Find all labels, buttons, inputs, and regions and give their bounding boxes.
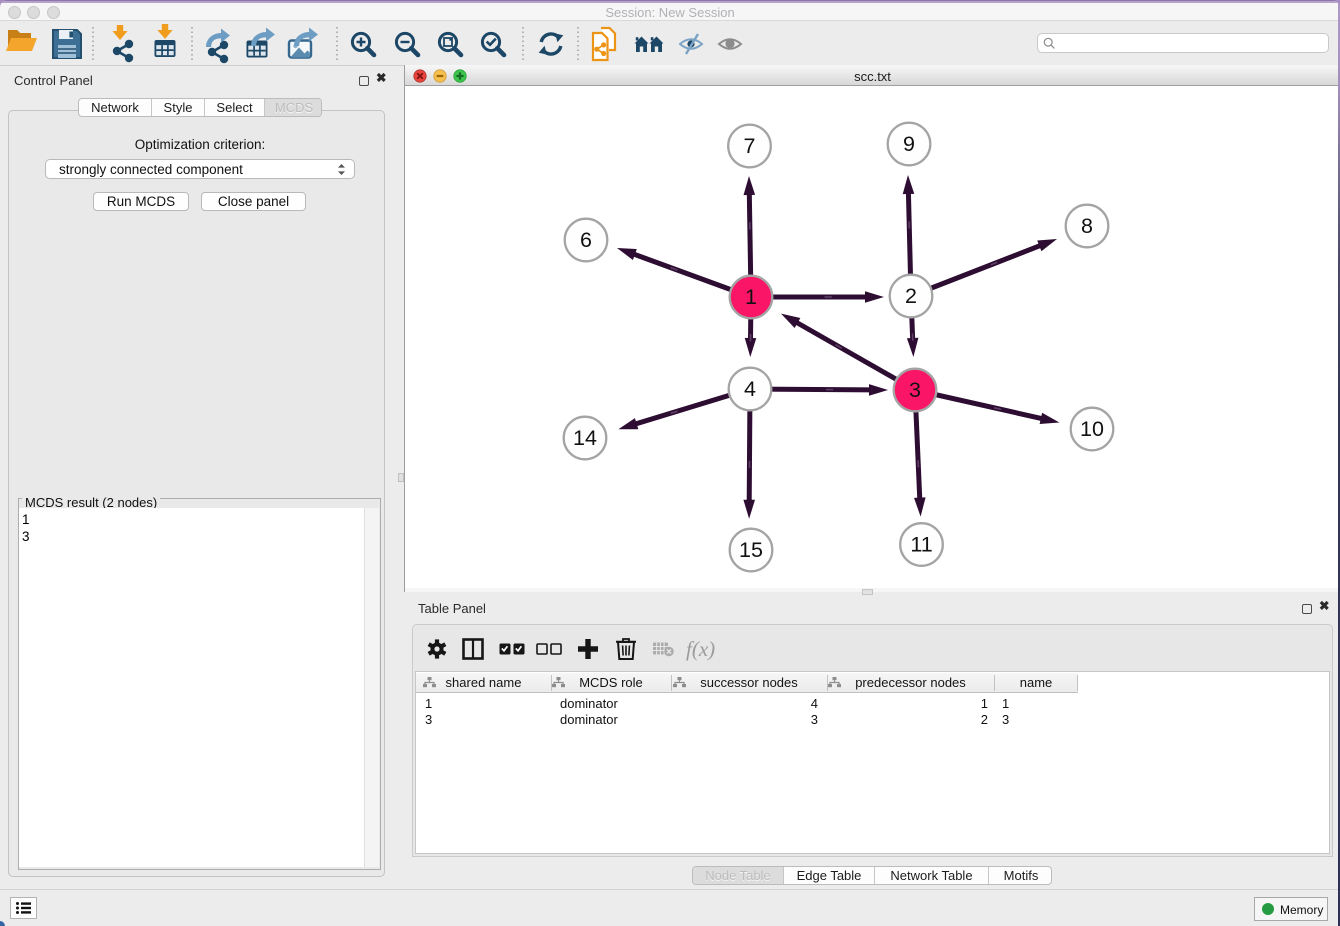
svg-text:14: 14 — [573, 426, 597, 450]
svg-text:6: 6 — [580, 228, 592, 252]
svg-text:f(x): f(x) — [686, 637, 715, 661]
svg-text:1: 1 — [745, 285, 757, 309]
svg-text:3: 3 — [909, 378, 921, 402]
svg-text:11: 11 — [910, 533, 932, 557]
svg-text:7: 7 — [744, 134, 756, 158]
svg-text:10: 10 — [1080, 417, 1104, 441]
svg-text:8: 8 — [1081, 214, 1093, 238]
svg-text:4: 4 — [744, 377, 756, 401]
svg-text:9: 9 — [903, 132, 915, 156]
svg-text:2: 2 — [905, 284, 917, 308]
svg-text:15: 15 — [739, 538, 763, 562]
